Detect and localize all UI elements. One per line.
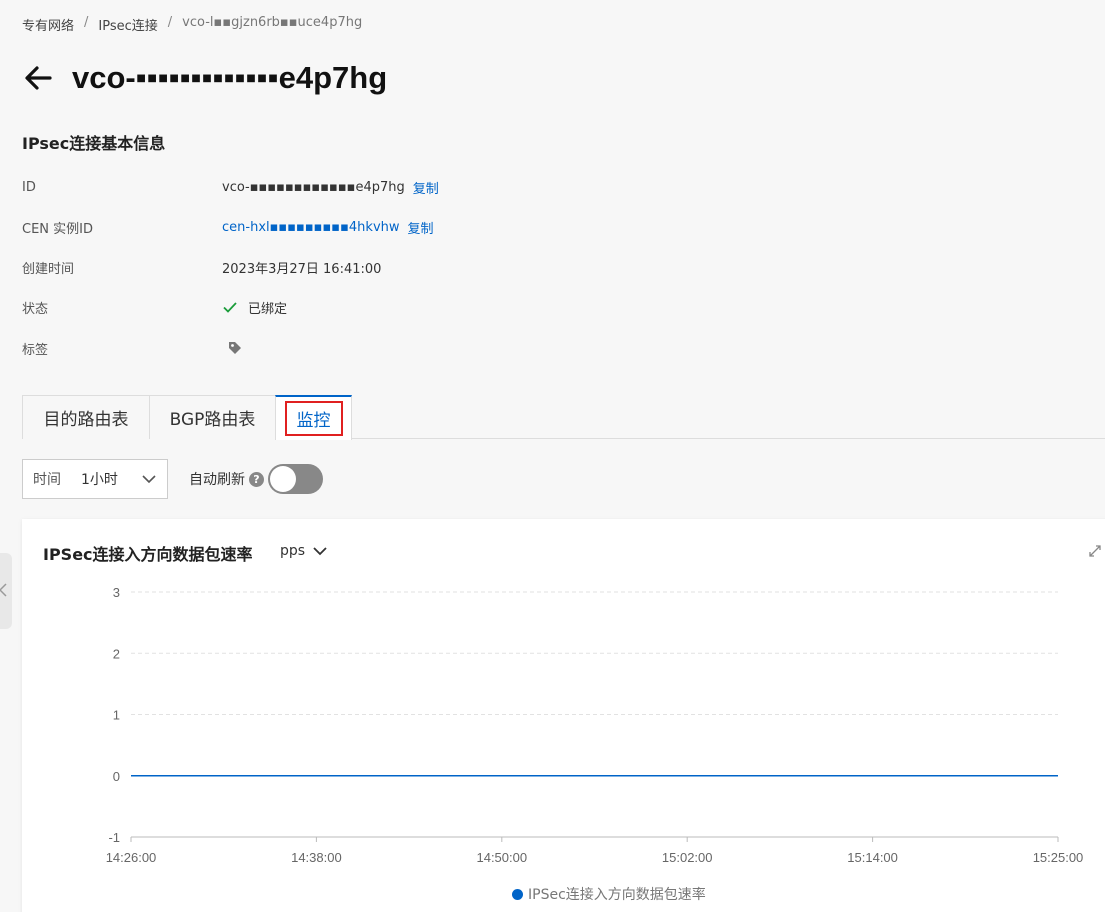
x-tick-label: 14:26:00 (106, 850, 157, 865)
line-chart: 3 2 1 0 -1 14:26:00 14:38:00 14:50:00 15:02:00 15… (106, 585, 1084, 865)
legend-label: IPSec连接入方向数据包速率 (528, 887, 706, 903)
side-collapse-handle[interactable] (0, 553, 12, 629)
chart-legend[interactable]: IPSec连接入方向数据包速率 (512, 884, 706, 904)
id-text: vco-▪▪▪▪▪▪▪▪▪▪▪▪e4p7hg (222, 179, 405, 195)
x-tick-label: 15:02:00 (662, 850, 713, 865)
y-tick-label: 2 (113, 646, 120, 661)
tab-bgp-route-table[interactable]: BGP路由表 (149, 395, 276, 439)
info-row-tags: 标签 (22, 338, 243, 358)
tags-label: 标签 (22, 342, 49, 358)
breadcrumb-current: vco-l▪▪gjzn6rb▪▪uce4p7hg (182, 15, 363, 30)
time-label: 时间 (33, 472, 61, 488)
auto-refresh: 自动刷新 ? (189, 464, 323, 494)
copy-cen-button[interactable]: 复制 (408, 218, 434, 237)
cen-label: CEN 实例ID (22, 221, 93, 237)
time-range-select[interactable]: 时间 1小时 (22, 459, 168, 499)
info-row-id: ID vco-▪▪▪▪▪▪▪▪▪▪▪▪e4p7hg 复制 (22, 177, 439, 197)
x-tick-label: 15:14:00 (847, 850, 898, 865)
breadcrumb: 专有网络 / IPsec连接 / vco-l▪▪gjzn6rb▪▪uce4p7h… (22, 15, 362, 34)
section-title: IPsec连接基本信息 (22, 134, 166, 153)
page-title: vco-▪▪▪▪▪▪▪▪▪▪▪▪▪e4p7hg (72, 60, 388, 95)
status-text: 已绑定 (248, 301, 288, 317)
status-label: 状态 (22, 301, 49, 317)
copy-id-button[interactable]: 复制 (413, 178, 439, 197)
time-value: 1小时 (81, 472, 118, 488)
chart-card: IPSec连接入方向数据包速率 pps 3 2 1 0 -1 14:26:00 14:38:… (22, 519, 1105, 912)
x-tick-label: 15:25:00 (1033, 850, 1084, 865)
created-value: 2023年3月27日 16:41:00 (222, 261, 382, 277)
title-row: vco-▪▪▪▪▪▪▪▪▪▪▪▪▪e4p7hg (22, 60, 387, 96)
check-icon (223, 302, 237, 313)
legend-marker (512, 888, 523, 900)
y-tick-label: 3 (113, 585, 120, 600)
y-tick-label: 1 (113, 708, 120, 723)
cen-value: cen-hxl▪▪▪▪▪▪▪▪▪4hkvhw 复制 (222, 218, 434, 237)
id-label: ID (22, 179, 36, 195)
breadcrumb-separator: / (167, 15, 173, 30)
chevron-down-icon (142, 475, 156, 484)
info-row-cen: CEN 实例ID cen-hxl▪▪▪▪▪▪▪▪▪4hkvhw 复制 (22, 217, 434, 237)
monitor-controls: 时间 1小时 自动刷新 ? (22, 459, 323, 499)
toggle-knob (270, 466, 296, 492)
tab-monitor[interactable]: 监控 (275, 395, 352, 440)
chevron-left-icon (0, 583, 7, 597)
breadcrumb-separator: / (84, 15, 89, 30)
auto-refresh-toggle[interactable] (268, 464, 323, 494)
info-row-created: 创建时间 2023年3月27日 16:41:00 (22, 257, 381, 277)
help-icon[interactable]: ? (249, 471, 264, 487)
breadcrumb-ipsec[interactable]: IPsec连接 (98, 15, 157, 34)
x-tick-label: 14:50:00 (476, 850, 527, 865)
info-row-status: 状态 已绑定 (22, 297, 287, 317)
breadcrumb-vpc[interactable]: 专有网络 (22, 15, 74, 34)
created-label: 创建时间 (22, 261, 75, 277)
auto-refresh-label: 自动刷新 (189, 472, 245, 488)
status-value: 已绑定 (222, 298, 287, 317)
tag-icon[interactable] (227, 340, 243, 356)
back-arrow-icon[interactable] (22, 62, 54, 94)
x-tick-label: 14:38:00 (291, 850, 342, 865)
cen-link[interactable]: cen-hxl▪▪▪▪▪▪▪▪▪4hkvhw (222, 220, 400, 235)
y-tick-label: -1 (108, 830, 120, 845)
tab-monitor-label: 监控 (284, 401, 343, 436)
id-value: vco-▪▪▪▪▪▪▪▪▪▪▪▪e4p7hg 复制 (222, 178, 439, 197)
tab-destination-route-table[interactable]: 目的路由表 (22, 395, 150, 439)
tab-bar: 目的路由表 BGP路由表 监控 (22, 395, 1105, 440)
y-tick-label: 0 (113, 769, 120, 784)
